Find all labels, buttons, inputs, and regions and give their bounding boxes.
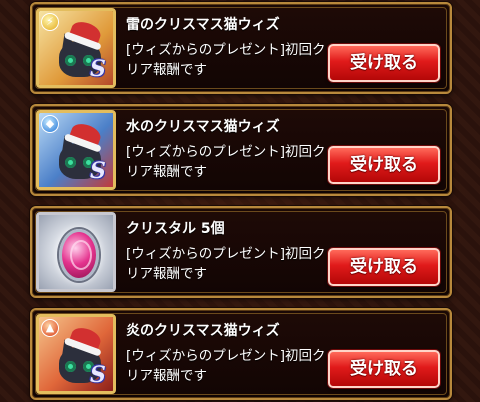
rarity-badge: S	[90, 56, 106, 82]
reward-item: クリスタル 5個 [ウィズからのプレゼント]初回クリア報酬です 受け取る	[30, 206, 452, 298]
reward-title: クリスタル 5個	[126, 221, 225, 237]
rarity-badge: S	[90, 158, 106, 184]
thunder-christmas-cat-icon[interactable]: ⚡ S	[36, 8, 116, 88]
water-christmas-cat-icon[interactable]: ◆ S	[36, 110, 116, 190]
crystal-gem-icon[interactable]	[36, 212, 116, 292]
crystal-icon	[59, 229, 99, 281]
reward-item: ⚡ S 雷のクリスマス猫ウィズ [ウィズからのプレゼント]初回クリア報酬です 受…	[30, 2, 452, 94]
reward-item: ◆ S 水のクリスマス猫ウィズ [ウィズからのプレゼント]初回クリア報酬です 受…	[30, 104, 452, 196]
reward-title: 雷のクリスマス猫ウィズ	[126, 17, 280, 33]
reward-item: ▲ S 炎のクリスマス猫ウィズ [ウィズからのプレゼント]初回クリア報酬です 受…	[30, 308, 452, 400]
reward-description: [ウィズからのプレゼント]初回クリア報酬です	[126, 246, 326, 282]
reward-title: 水のクリスマス猫ウィズ	[126, 119, 280, 135]
reward-description: [ウィズからのプレゼント]初回クリア報酬です	[126, 348, 326, 384]
reward-description: [ウィズからのプレゼント]初回クリア報酬です	[126, 144, 326, 180]
fire-christmas-cat-icon[interactable]: ▲ S	[36, 314, 116, 394]
claim-button[interactable]: 受け取る	[328, 44, 440, 82]
claim-button[interactable]: 受け取る	[328, 146, 440, 184]
rarity-badge: S	[90, 362, 106, 388]
reward-description: [ウィズからのプレゼント]初回クリア報酬です	[126, 42, 326, 78]
reward-title: 炎のクリスマス猫ウィズ	[126, 323, 280, 339]
reward-list: ⚡ S 雷のクリスマス猫ウィズ [ウィズからのプレゼント]初回クリア報酬です 受…	[30, 0, 452, 402]
claim-button[interactable]: 受け取る	[328, 350, 440, 388]
claim-button[interactable]: 受け取る	[328, 248, 440, 286]
